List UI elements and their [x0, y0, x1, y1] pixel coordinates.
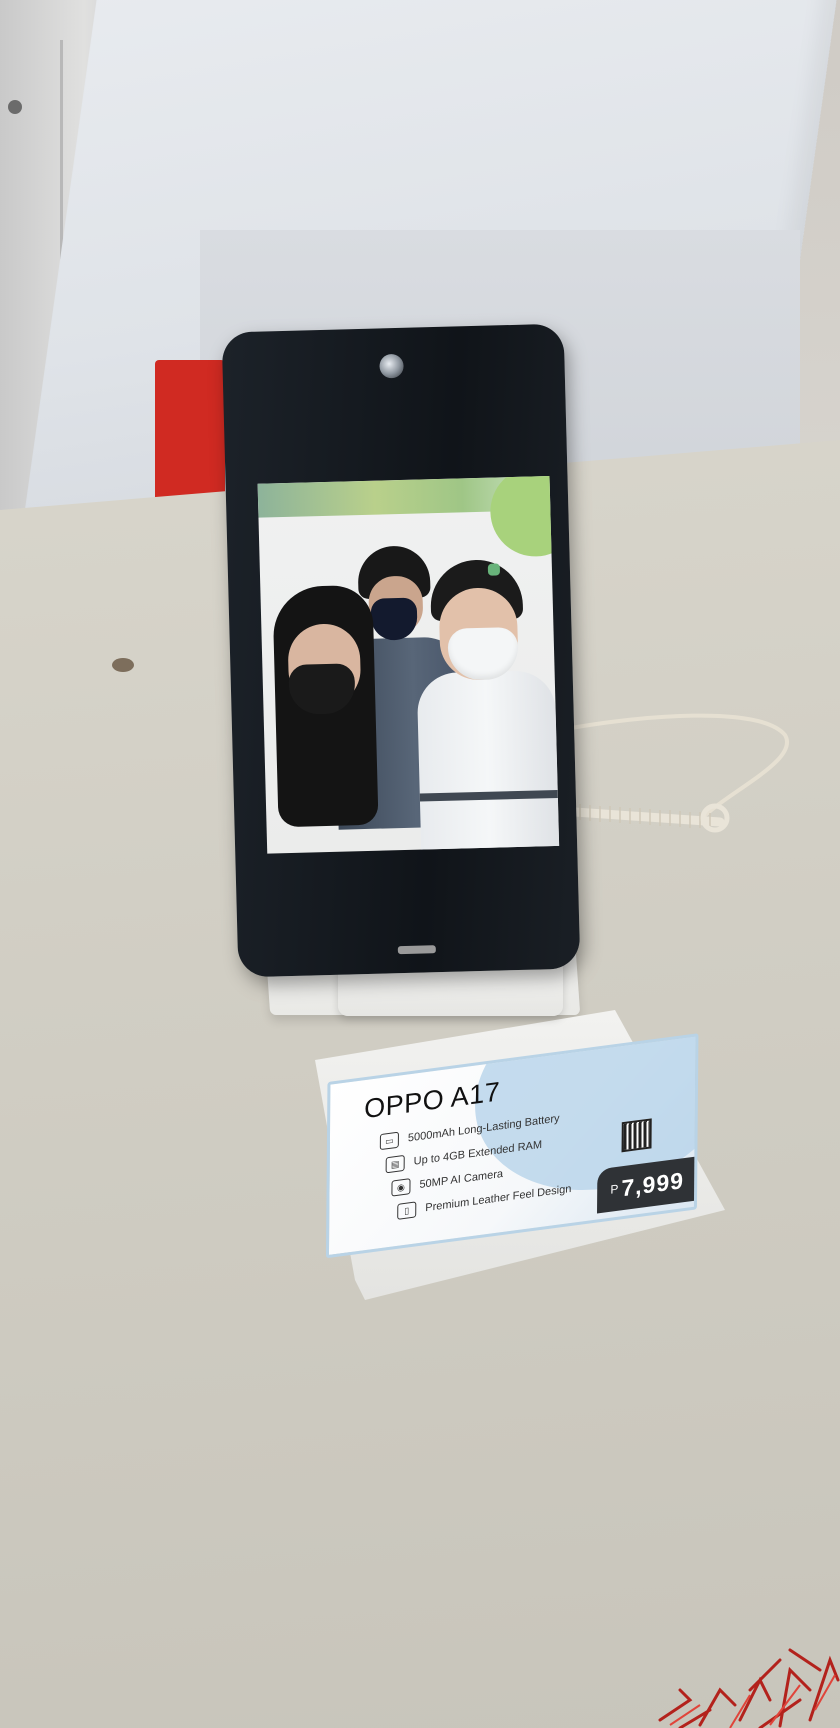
qr-code-icon — [621, 1118, 652, 1153]
charging-port — [397, 945, 436, 955]
feature-text: 50MP AI Camera — [419, 1167, 504, 1191]
price-amount: 7,999 — [621, 1166, 685, 1201]
product-info-card-wrapper: OPPO A17 ▭ 5000mAh Long-Lasting Battery … — [325, 974, 699, 1259]
selfie-photo-on-screen — [257, 476, 560, 854]
red-tinsel-decoration — [658, 1648, 840, 1728]
photo-background-green — [489, 476, 560, 558]
ram-icon: ▤ — [385, 1154, 405, 1174]
front-camera-icon — [379, 353, 404, 379]
battery-icon: ▭ — [379, 1131, 399, 1151]
price-currency: P — [610, 1181, 619, 1197]
phone-design-icon: ▯ — [397, 1201, 417, 1220]
store-display-scene: OPPO A17 ▭ 5000mAh Long-Lasting Battery … — [0, 0, 840, 1728]
oppo-a17-phone — [221, 323, 581, 978]
camera-icon: ◉ — [391, 1178, 411, 1197]
